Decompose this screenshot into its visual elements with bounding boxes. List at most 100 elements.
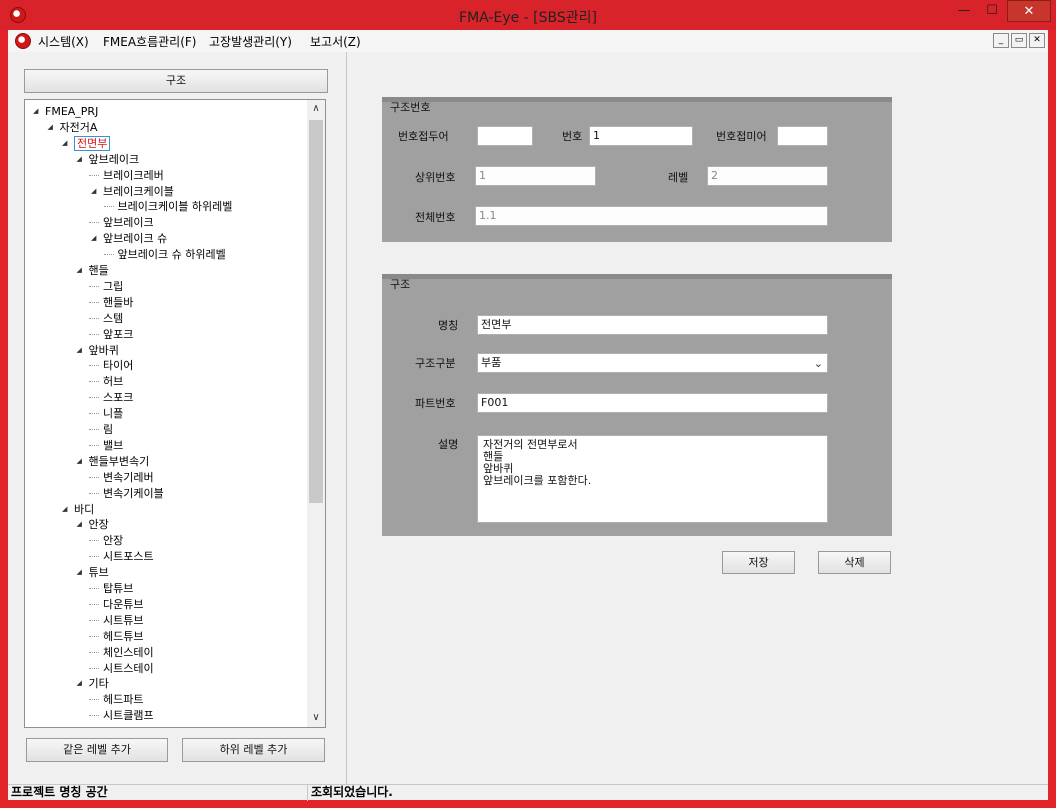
tree-node[interactable]: ◢ 앞바퀴 [77, 343, 119, 358]
menu-failure-management[interactable]: 고장발생관리(Y) [209, 33, 292, 50]
tree-node[interactable]: 시트튜브 [89, 613, 144, 628]
expand-arrow-icon[interactable]: ◢ [77, 454, 85, 469]
close-button[interactable]: ✕ [1007, 0, 1051, 22]
tree-node[interactable]: 밸브 [89, 438, 123, 453]
tree-connector-line [89, 413, 99, 415]
tree-node[interactable]: ◢ 핸들 [77, 263, 109, 278]
scroll-thumb[interactable] [309, 120, 323, 503]
tree-node[interactable]: 변속기레버 [89, 470, 154, 485]
tree-node-label: 안장 [88, 518, 109, 532]
tree-node[interactable]: 림 [89, 422, 114, 437]
expand-arrow-icon[interactable]: ◢ [62, 136, 70, 151]
expand-arrow-icon[interactable]: ◢ [62, 502, 70, 517]
tree-node[interactable]: 브레이크케이블 하위레벨 [103, 199, 232, 214]
tree-node[interactable]: 안장 [89, 533, 124, 548]
tree-node[interactable]: 변속기케이블 [89, 486, 164, 501]
structure-tree[interactable]: ◢ FMEA_PRJ ◢ 자전거A ◢ 전면부 ◢ 앞브레이크 브레이크레버 ◢ 브레이크케이블 브레… [24, 99, 326, 728]
tree-node[interactable]: ◢ 바디 [62, 502, 95, 517]
tree-node[interactable]: 니플 [89, 406, 123, 421]
expand-arrow-icon[interactable]: ◢ [77, 263, 85, 278]
expand-arrow-icon[interactable]: ◢ [77, 517, 85, 532]
maximize-button[interactable]: ☐ [978, 0, 1006, 22]
tree-node[interactable]: ◢ 자전거A [48, 120, 98, 135]
tree-node[interactable]: 다운튜브 [89, 597, 143, 612]
tree-node[interactable]: ◢ 브레이크케이블 [91, 184, 174, 199]
scroll-up-icon[interactable]: ∧ [307, 100, 325, 118]
menu-fmea-flow[interactable]: FMEA흐름관리(F) [103, 33, 196, 50]
tree-node[interactable]: 시트포스트 [89, 549, 154, 564]
save-button[interactable]: 저장 [722, 551, 795, 574]
document-icon[interactable] [15, 33, 31, 49]
expand-arrow-icon[interactable]: ◢ [77, 565, 85, 580]
tree-node-label-selected: 전면부 [74, 135, 111, 151]
tree-node[interactable]: ◢ 튜브 [77, 565, 109, 580]
menu-system[interactable]: 시스템(X) [38, 33, 89, 50]
tree-node[interactable]: 그립 [89, 279, 123, 294]
tree-scrollbar[interactable]: ∧ ∨ [307, 100, 325, 727]
tree-node-label: 시트튜브 [103, 613, 144, 627]
tree-node[interactable]: 헤드파트 [89, 692, 143, 707]
tree-node[interactable]: 스포크 [89, 390, 133, 405]
tree-node[interactable]: 시트클램프 [89, 708, 154, 723]
mdi-minimize-button[interactable]: _ [993, 33, 1009, 48]
tree-connector-line [89, 588, 99, 589]
tree-node[interactable]: 시트스테이 [89, 661, 154, 676]
tree-node[interactable]: ◢ 전면부 [62, 135, 111, 151]
tree-node[interactable]: 앞브레이크 슈 하위레벨 [103, 247, 226, 262]
mdi-close-button[interactable]: ✕ [1029, 33, 1045, 48]
description-textarea[interactable]: 자전거의 전면부로서 핸들 앞바퀴 앞브레이크를 포함한다. [477, 435, 828, 523]
tree-node[interactable]: 브레이크레버 [89, 168, 164, 183]
number-input[interactable]: 1 [589, 126, 693, 146]
tree-node-label: 바디 [74, 502, 95, 516]
tree-node-label: 안장 [103, 534, 124, 548]
tree-node-label: 림 [103, 423, 114, 436]
tree-node[interactable]: 체인스테이 [89, 645, 154, 660]
tree-connector-line [89, 397, 99, 399]
tree-node[interactable]: ◢ 앞브레이크 [77, 152, 140, 167]
structure-header-button[interactable]: 구조 [24, 69, 328, 93]
suffix-input[interactable] [777, 126, 828, 146]
tree-node-label: 앞브레이크 [88, 152, 140, 166]
tree-node-label: 핸들바 [103, 295, 134, 309]
status-bar: 프로젝트 명칭 공간 조회되었습니다. [8, 784, 1048, 801]
expand-arrow-icon[interactable]: ◢ [91, 231, 99, 246]
scroll-down-icon[interactable]: ∨ [307, 709, 325, 727]
name-input[interactable]: 전면부 [477, 315, 828, 335]
expand-arrow-icon[interactable]: ◢ [77, 152, 85, 167]
expand-arrow-icon[interactable]: ◢ [48, 120, 56, 135]
tree-node[interactable]: 타이어 [89, 358, 133, 373]
expand-arrow-icon[interactable]: ◢ [77, 343, 85, 358]
menu-report[interactable]: 보고서(Z) [310, 33, 361, 50]
tree-node[interactable]: 앞브레이크 [89, 215, 154, 230]
part-number-input[interactable]: F001 [477, 393, 828, 413]
tree-node[interactable]: ◢ 핸들부변속기 [77, 454, 150, 469]
tree-node-label: 변속기레버 [103, 470, 154, 484]
chevron-down-icon[interactable]: ⌄ [814, 355, 823, 373]
tree-node[interactable]: 헤드튜브 [89, 629, 143, 644]
tree-connector-line [89, 222, 99, 224]
tree-node[interactable]: 허브 [89, 374, 123, 389]
tree-node[interactable]: 스템 [89, 311, 123, 326]
delete-button[interactable]: 삭제 [818, 551, 891, 574]
structure-type-select[interactable]: 부품 ⌄ [477, 353, 828, 373]
tree-node[interactable]: 핸들바 [89, 295, 134, 310]
structure-number-group: 구조번호 번호접두어 번호 1 번호접미어 상위번호 1 레벨 2 전체번호 1… [382, 97, 892, 242]
tree-node[interactable]: ◢ 안장 [77, 517, 109, 532]
tree-node[interactable]: ◢ FMEA_PRJ [33, 104, 98, 119]
expand-arrow-icon[interactable]: ◢ [77, 676, 85, 691]
tree-node[interactable]: 앞포크 [89, 327, 134, 342]
expand-arrow-icon[interactable]: ◢ [91, 184, 99, 199]
tree-node-label: 앞포크 [103, 327, 134, 341]
tree-node[interactable]: ◢ 기타 [77, 676, 109, 691]
full-number-label: 전체번호 [415, 211, 456, 224]
mdi-restore-button[interactable]: ▭ [1011, 33, 1027, 48]
tree-node[interactable]: ◢ 앞브레이크 슈 [91, 231, 167, 246]
minimize-button[interactable]: — [950, 0, 978, 22]
parent-number-field: 1 [475, 166, 596, 186]
tree-node-label: 핸들 [88, 264, 109, 277]
tree-node[interactable]: 탑튜브 [89, 581, 133, 596]
add-sub-level-button[interactable]: 하위 레벨 추가 [182, 738, 325, 762]
add-same-level-button[interactable]: 같은 레벨 추가 [26, 738, 168, 762]
prefix-input[interactable] [477, 126, 533, 146]
expand-arrow-icon[interactable]: ◢ [33, 104, 41, 119]
